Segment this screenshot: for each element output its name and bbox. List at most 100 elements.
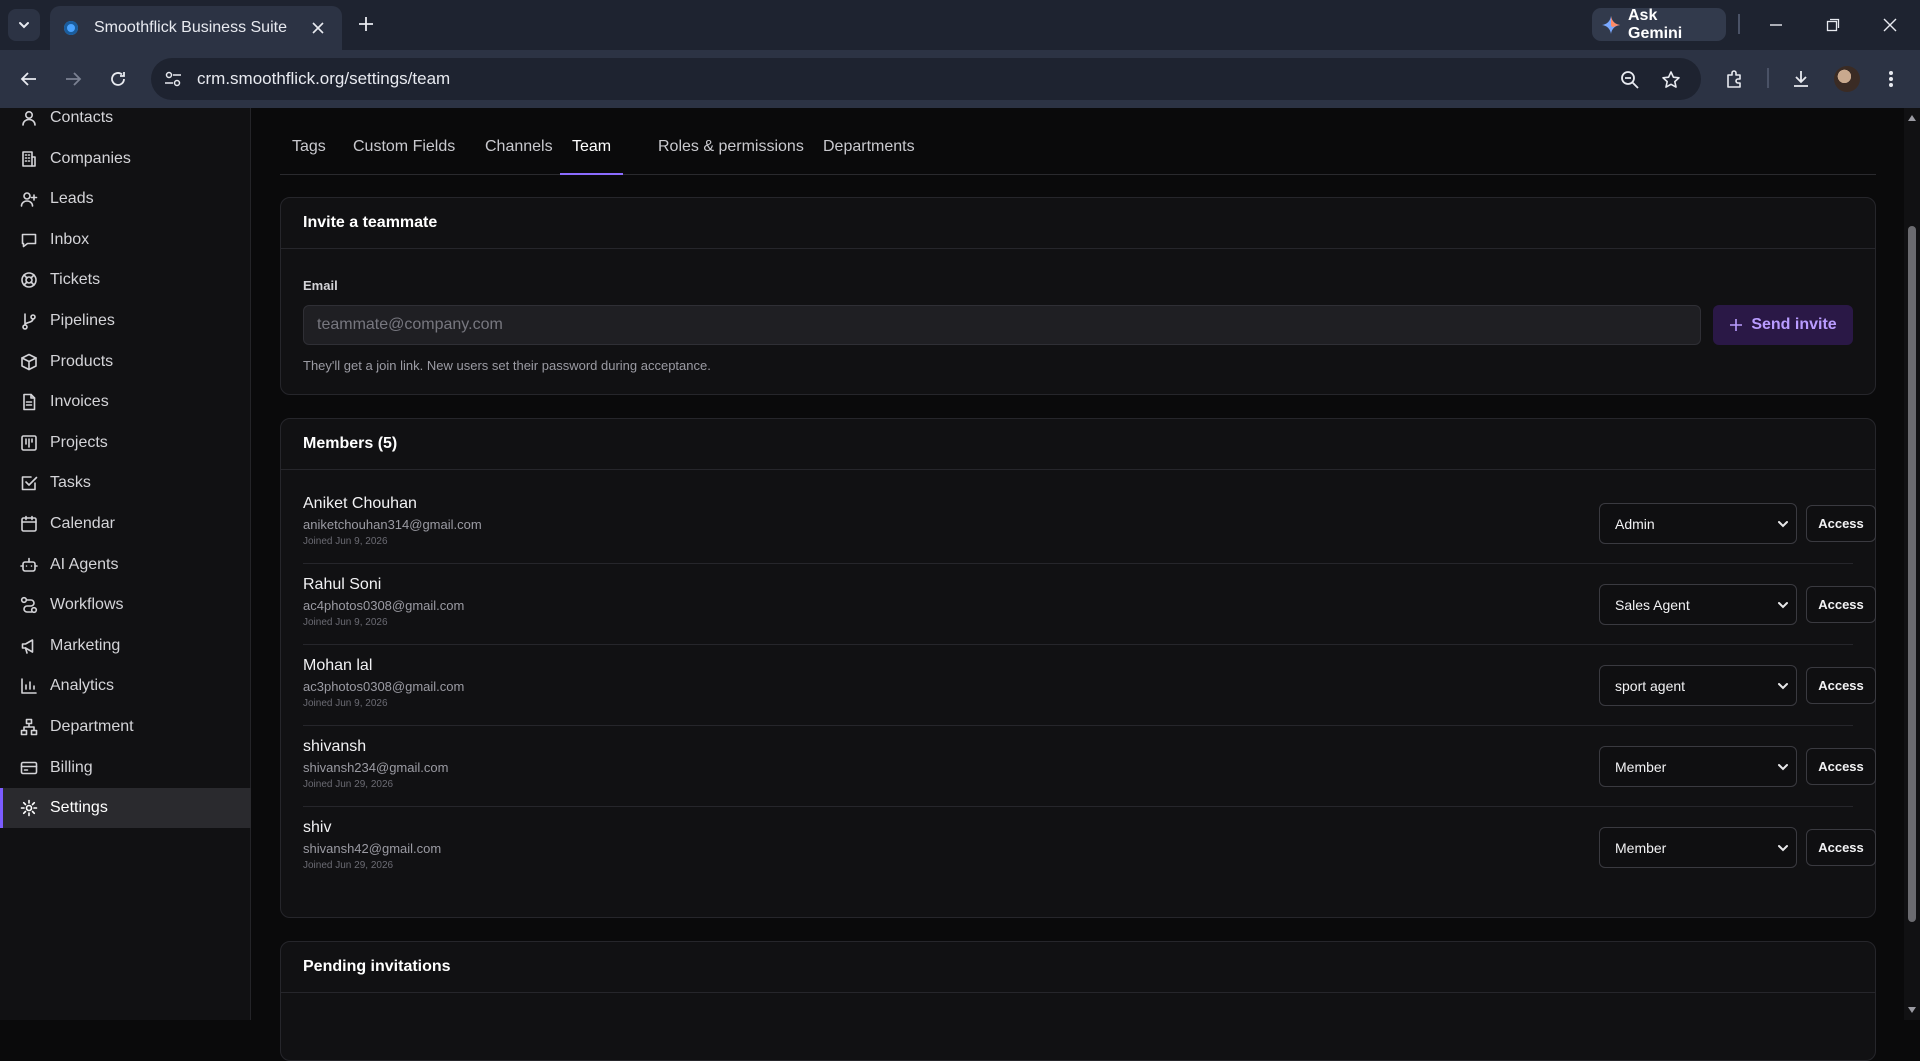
member-name: shiv (303, 819, 332, 836)
sidebar-item-companies[interactable]: Companies (0, 139, 251, 179)
email-label: Email (303, 278, 338, 293)
member-role-select[interactable]: sport agent (1599, 665, 1797, 706)
arrow-right-icon (66, 72, 82, 86)
zoom-out-icon (1621, 71, 1639, 89)
member-row: Rahul Soni ac4photos0308@gmail.com Joine… (303, 564, 1876, 645)
member-role-select[interactable]: Admin (1599, 503, 1797, 544)
extensions-button[interactable] (1722, 66, 1748, 92)
ask-gemini-button[interactable]: Ask Gemini (1592, 6, 1726, 42)
member-name: shivansh (303, 738, 367, 755)
member-name: Rahul Soni (303, 576, 382, 593)
sidebar-item-pipelines[interactable]: Pipelines (0, 301, 251, 341)
scroll-up-arrow[interactable] (1907, 113, 1917, 123)
puzzle-icon (1727, 70, 1741, 88)
tab-custom-fields[interactable]: Custom Fields (341, 134, 467, 175)
sidebar-item-calendar[interactable]: Calendar (0, 504, 251, 544)
sidebar-item-workflows[interactable]: Workflows (0, 585, 251, 625)
profile-avatar[interactable] (1834, 66, 1860, 92)
send-invite-label: Send invite (1751, 316, 1837, 333)
forward-button[interactable] (58, 64, 88, 94)
pending-invitations-card: Pending invitations (280, 941, 1876, 1061)
member-role-select[interactable]: Member (1599, 827, 1797, 868)
browser-menu-button[interactable] (1878, 66, 1904, 92)
sidebar-item-analytics[interactable]: Analytics (0, 666, 251, 706)
bookmark-button[interactable] (1659, 68, 1683, 92)
sidebar-item-projects[interactable]: Projects (0, 423, 251, 463)
address-bar[interactable]: crm.smoothflick.org/settings/team (151, 58, 1701, 100)
plus-icon (1730, 319, 1743, 331)
sidebar-item-contacts[interactable]: Contacts (0, 98, 251, 138)
calendar-icon (21, 515, 37, 532)
tab-team[interactable]: Team (560, 134, 624, 175)
chevron-down-icon (1778, 683, 1788, 690)
network-icon (20, 718, 38, 736)
member-joined-date: Joined Jun 9, 2026 (303, 536, 388, 547)
member-role-select[interactable]: Sales Agent (1599, 584, 1797, 625)
minimize-button[interactable] (1763, 12, 1789, 38)
sidebar-item-label: Companies (50, 149, 131, 167)
tab-channels[interactable]: Channels (473, 134, 565, 175)
close-window-button[interactable] (1877, 12, 1903, 38)
page-scrollbar[interactable] (1904, 108, 1920, 1020)
invite-email-input[interactable] (303, 305, 1701, 345)
back-button[interactable] (14, 64, 44, 94)
member-access-button[interactable]: Access (1806, 586, 1876, 623)
member-joined-date: Joined Jun 29, 2026 (303, 860, 394, 871)
member-email: aniketchouhan314@gmail.com (303, 517, 482, 532)
downloads-button[interactable] (1788, 66, 1814, 92)
lifebuoy-icon (21, 272, 37, 289)
sidebar-item-tickets[interactable]: Tickets (0, 260, 251, 300)
sidebar-item-marketing[interactable]: Marketing (0, 626, 251, 666)
sidebar-item-label: Department (50, 718, 134, 735)
sidebar-item-label: Contacts (50, 109, 114, 126)
close-icon (312, 22, 324, 34)
sidebar-item-inbox[interactable]: Inbox (0, 220, 251, 260)
new-tab-button[interactable] (354, 12, 378, 36)
member-name: Aniket Chouhan (303, 495, 417, 512)
member-email: ac4photos0308@gmail.com (303, 598, 465, 613)
download-icon (1794, 71, 1808, 87)
sidebar-item-billing[interactable]: Billing (0, 748, 251, 788)
chevron-down-icon (1778, 602, 1788, 609)
sidebar-item-label: Calendar (50, 515, 115, 532)
sidebar-item-leads[interactable]: Leads (0, 179, 251, 219)
tab-close-button[interactable] (308, 18, 328, 38)
scrollbar-thumb[interactable] (1908, 226, 1916, 922)
member-access-button[interactable]: Access (1806, 829, 1876, 866)
tab-search-button[interactable] (8, 9, 40, 41)
member-access-button[interactable]: Access (1806, 505, 1876, 542)
browser-tab[interactable]: Smoothflick Business Suite (50, 6, 342, 50)
favicon-icon (64, 21, 78, 35)
send-invite-button[interactable]: Send invite (1713, 305, 1853, 345)
member-name: Mohan lal (303, 657, 373, 674)
bot-icon (20, 557, 38, 572)
members-card: Members (5) Aniket Chouhan aniketchouhan… (280, 418, 1876, 918)
scroll-down-arrow[interactable] (1907, 1005, 1917, 1015)
tab-roles-permissions[interactable]: Roles & permissions (646, 134, 816, 175)
tab-tags[interactable]: Tags (280, 134, 338, 175)
triangle-up-icon (1908, 115, 1916, 121)
tab-departments[interactable]: Departments (811, 134, 927, 175)
sidebar-item-label: Pipelines (50, 312, 115, 329)
sidebar-item-ai-agents[interactable]: AI Agents (0, 545, 251, 585)
reload-button[interactable] (103, 64, 133, 94)
gemini-sparkle-icon (1602, 15, 1620, 34)
member-role-value: Admin (1615, 515, 1655, 532)
sidebar-item-tasks[interactable]: Tasks (0, 463, 251, 503)
member-access-button[interactable]: Access (1806, 667, 1876, 704)
sidebar-item-products[interactable]: Products (0, 342, 251, 382)
site-settings-icon[interactable] (163, 69, 183, 89)
workflow-icon (20, 597, 38, 614)
zoom-button[interactable] (1618, 68, 1642, 92)
app-page: Contacts Companies Leads Inbox Tickets Pipeli… (0, 108, 1920, 1061)
gear-icon (20, 799, 38, 817)
ask-gemini-label: Ask Gemini (1628, 6, 1683, 42)
member-role-select[interactable]: Member (1599, 746, 1797, 787)
member-access-button[interactable]: Access (1806, 748, 1876, 785)
sidebar-item-department[interactable]: Department (0, 707, 251, 747)
sidebar-item-label: Tasks (50, 474, 91, 492)
restore-button[interactable] (1820, 12, 1846, 38)
user-plus-icon (20, 192, 38, 207)
sidebar-item-invoices[interactable]: Invoices (0, 382, 251, 422)
sidebar-item-settings[interactable]: Settings (0, 788, 251, 829)
